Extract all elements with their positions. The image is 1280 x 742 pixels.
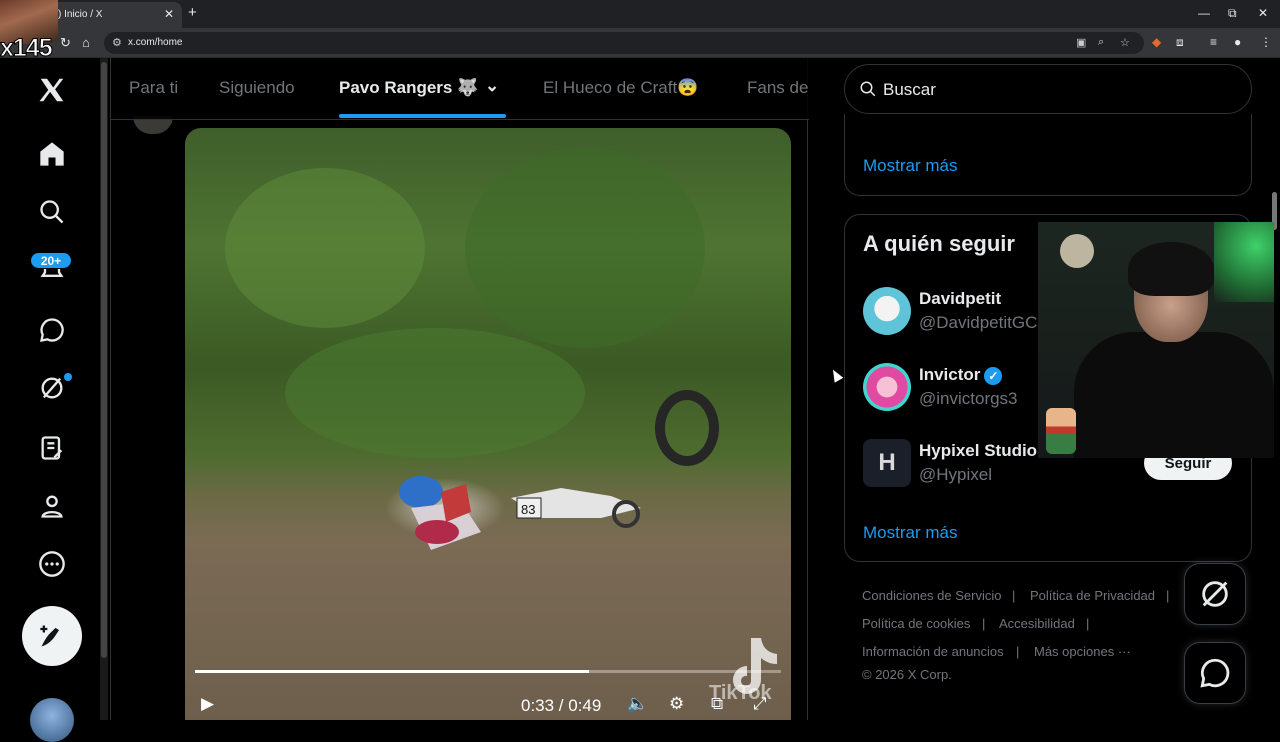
post-button[interactable] <box>22 606 82 666</box>
tab-el-hueco-de-craft[interactable]: El Hueco de Craft😨 <box>543 78 698 98</box>
address-bar[interactable]: ⚙ x.com/home ▣ ⌕ ☆ <box>104 32 1144 54</box>
extension-icon[interactable]: ◆ <box>1152 35 1161 49</box>
url-text: x.com/home <box>128 37 183 48</box>
show-more-link[interactable]: Mostrar más <box>863 523 957 543</box>
left-scrollbar-thumb[interactable] <box>101 62 107 658</box>
footer-more-link[interactable]: Más opciones ··· <box>1034 644 1131 659</box>
video-foliage <box>465 148 705 348</box>
new-tab-icon[interactable]: + <box>188 4 197 21</box>
mouse-cursor <box>828 367 844 383</box>
footer-accessibility-link[interactable]: Accesibilidad <box>999 616 1075 631</box>
more-icon[interactable] <box>36 548 68 580</box>
webcam-person-hair <box>1128 242 1214 296</box>
user-handle: @DavidpetitGC <box>919 313 1038 332</box>
user-name[interactable]: Invictor ✓ <box>919 365 1003 385</box>
site-info-icon[interactable]: ⚙ <box>112 36 122 49</box>
notifications-badge: 20+ <box>30 252 72 269</box>
home-icon[interactable] <box>36 138 68 170</box>
hypixel-logo-icon[interactable]: H <box>863 439 911 487</box>
x-logo-icon[interactable] <box>36 74 68 106</box>
volume-icon[interactable]: 🔈 <box>627 694 648 714</box>
video-foliage <box>225 168 425 328</box>
messages-float-button[interactable] <box>1184 642 1246 704</box>
extensions-icon[interactable]: ⧈ <box>1176 35 1184 50</box>
trends-card: Mostrar más <box>844 114 1252 196</box>
footer-cookies-link[interactable]: Política de cookies <box>862 616 970 631</box>
webcam-light <box>1214 222 1274 302</box>
who-to-follow-title: A quién seguir <box>863 231 1015 256</box>
maximize-icon[interactable]: ⧉ <box>1228 6 1237 21</box>
settings-icon[interactable]: ⚙ <box>669 694 684 714</box>
webcam-microphone <box>1060 234 1094 268</box>
close-window-icon[interactable]: ✕ <box>1258 6 1268 20</box>
avatar[interactable] <box>863 363 911 411</box>
home-browser-icon[interactable]: ⌂ <box>82 35 90 50</box>
play-icon[interactable]: ▶ <box>201 694 214 714</box>
footer-terms-link[interactable]: Condiciones de Servicio <box>862 588 1001 603</box>
browser-menu-icon[interactable]: ⋮ <box>1260 35 1272 49</box>
browser-toolbar: ↻ ⌂ ⚙ x.com/home ▣ ⌕ ☆ ◆ ⧈ ≡ ● ⋮ <box>0 28 1280 58</box>
browser-tab-bar: ) Inicio / X ✕ + — ⧉ ✕ <box>0 0 1280 28</box>
footer-privacy-link[interactable]: Política de Privacidad <box>1030 588 1155 603</box>
tab-title: ) Inicio / X <box>58 9 103 20</box>
video-tire <box>655 390 719 466</box>
browser-tab[interactable]: ) Inicio / X ✕ <box>48 2 182 28</box>
webcam-person-body <box>1074 332 1274 458</box>
search-field-icon <box>860 81 876 97</box>
zoom-icon[interactable]: ⌕ <box>1098 36 1104 49</box>
video-rider <box>399 476 481 550</box>
pixel-character-sticker <box>1046 408 1076 454</box>
messages-icon[interactable] <box>36 314 68 346</box>
fullscreen-icon[interactable]: ⤢ <box>753 694 767 714</box>
compose-icon <box>40 625 59 647</box>
main-timeline: 83 TikTok ▶ 0:33 / 0:49 🔈 ⚙ ⧉ ⤢ Para ti … <box>110 58 809 720</box>
user-handle: @Hypixel <box>919 465 992 484</box>
footer-separator: | <box>1166 588 1170 603</box>
footer-separator: | <box>982 616 986 631</box>
footer-copyright: © 2026 X Corp. <box>862 667 952 682</box>
user-name[interactable]: Davidpetit <box>919 289 1001 309</box>
lists-icon[interactable] <box>36 432 68 464</box>
user-name[interactable]: Hypixel Studios <box>919 441 1047 461</box>
verified-badge-icon: ✓ <box>984 366 1003 385</box>
grok-float-button[interactable] <box>1184 563 1246 625</box>
footer-separator: | <box>1012 588 1016 603</box>
account-avatar[interactable] <box>30 698 74 742</box>
bookmark-icon[interactable]: ☆ <box>1120 36 1130 49</box>
tab-fans-de[interactable]: Fans de <box>747 78 808 98</box>
messages-icon <box>1200 658 1230 688</box>
show-more-link[interactable]: Mostrar más <box>863 156 957 176</box>
tab-close-icon[interactable]: ✕ <box>164 7 174 21</box>
video-time: 0:33 / 0:49 <box>521 696 602 715</box>
svg-text:83: 83 <box>521 502 535 517</box>
video-foliage <box>285 328 585 458</box>
avatar[interactable] <box>863 287 911 335</box>
footer-ads-link[interactable]: Información de anuncios <box>862 644 1004 659</box>
install-icon[interactable]: ▣ <box>1076 36 1086 49</box>
search-placeholder: Buscar <box>883 80 936 99</box>
search-input[interactable]: Buscar <box>844 64 1252 114</box>
minimize-icon[interactable]: — <box>1198 6 1210 20</box>
search-icon[interactable] <box>36 196 68 228</box>
active-tab-indicator <box>339 114 506 118</box>
footer-separator: | <box>1016 644 1020 659</box>
user-handle: @invictorgs3 <box>919 389 1018 408</box>
timeline-tabs: Para ti Siguiendo Pavo Rangers 🐺 ⌄ El Hu… <box>111 58 809 120</box>
reload-icon[interactable]: ↻ <box>60 35 71 51</box>
grok-new-dot <box>64 373 72 381</box>
video-progress-fill <box>195 670 589 673</box>
video-motorcycle: 83 <box>511 488 641 528</box>
profile-browser-icon[interactable]: ● <box>1234 35 1241 49</box>
tab-para-ti[interactable]: Para ti <box>129 78 178 98</box>
profile-icon[interactable] <box>36 490 68 522</box>
tab-siguiendo[interactable]: Siguiendo <box>219 78 295 98</box>
tab-pavo-rangers[interactable]: Pavo Rangers 🐺 <box>339 78 478 98</box>
chevron-down-icon[interactable]: ⌄ <box>485 76 499 96</box>
grok-icon <box>1202 581 1228 607</box>
footer-separator: | <box>1086 616 1090 631</box>
picture-in-picture-icon[interactable]: ⧉ <box>711 694 723 714</box>
user-name-text: Invictor <box>919 365 981 384</box>
media-icon[interactable]: ≡ <box>1210 35 1217 49</box>
video-player[interactable]: 83 TikTok ▶ 0:33 / 0:49 🔈 ⚙ ⧉ ⤢ <box>185 128 791 720</box>
